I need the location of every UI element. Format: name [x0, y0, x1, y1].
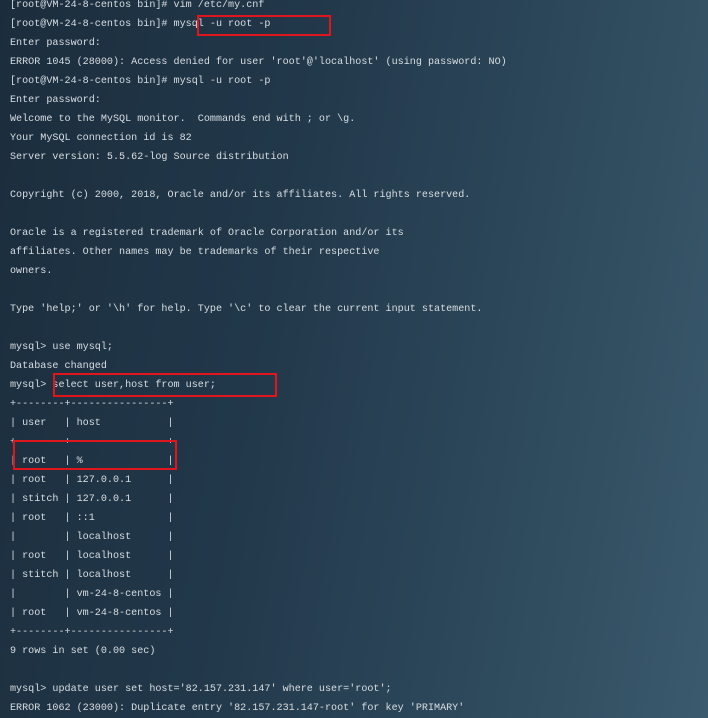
terminal-line: | root | ::1 |	[10, 513, 174, 524]
terminal-line: | stitch | localhost |	[10, 570, 174, 581]
terminal-line: Enter password:	[10, 95, 101, 106]
terminal-line: [root@VM-24-8-centos bin]# vim /etc/my.c…	[10, 0, 265, 11]
terminal-line: Oracle is a registered trademark of Orac…	[10, 228, 404, 239]
terminal-line: ERROR 1062 (23000): Duplicate entry '82.…	[10, 703, 465, 714]
terminal-line: +--------+----------------+	[10, 399, 174, 410]
terminal-line: | root | vm-24-8-centos |	[10, 608, 174, 619]
terminal-line: +--------+----------------+	[10, 627, 174, 638]
highlight-box-mysql-login	[197, 15, 331, 36]
terminal-line: | root | 127.0.0.1 |	[10, 475, 174, 486]
terminal-line: Your MySQL connection id is 82	[10, 133, 192, 144]
terminal-line: Type 'help;' or '\h' for help. Type '\c'…	[10, 304, 483, 315]
terminal-line: ERROR 1045 (28000): Access denied for us…	[10, 57, 507, 68]
terminal-line: mysql> update user set host='82.157.231.…	[10, 684, 392, 695]
terminal-line: 9 rows in set (0.00 sec)	[10, 646, 156, 657]
terminal-line: mysql> use mysql;	[10, 342, 113, 353]
terminal-line: | root | localhost |	[10, 551, 174, 562]
terminal-output[interactable]: [root@VM-24-8-centos bin]# vim /etc/my.c…	[10, 0, 507, 718]
highlight-box-root-percent-row	[13, 440, 177, 470]
terminal-line: | | vm-24-8-centos |	[10, 589, 174, 600]
terminal-line: Server version: 5.5.62-log Source distri…	[10, 152, 289, 163]
terminal-line: Copyright (c) 2000, 2018, Oracle and/or …	[10, 190, 471, 201]
terminal-line: | stitch | 127.0.0.1 |	[10, 494, 174, 505]
terminal-line: | user | host |	[10, 418, 174, 429]
terminal-line: Enter password:	[10, 38, 101, 49]
terminal-line: affiliates. Other names may be trademark…	[10, 247, 380, 258]
terminal-line: | | localhost |	[10, 532, 174, 543]
highlight-box-select-query	[53, 373, 277, 397]
terminal-line: owners.	[10, 266, 53, 277]
terminal-line: [root@VM-24-8-centos bin]# mysql -u root…	[10, 76, 271, 87]
terminal-line: Welcome to the MySQL monitor. Commands e…	[10, 114, 356, 125]
